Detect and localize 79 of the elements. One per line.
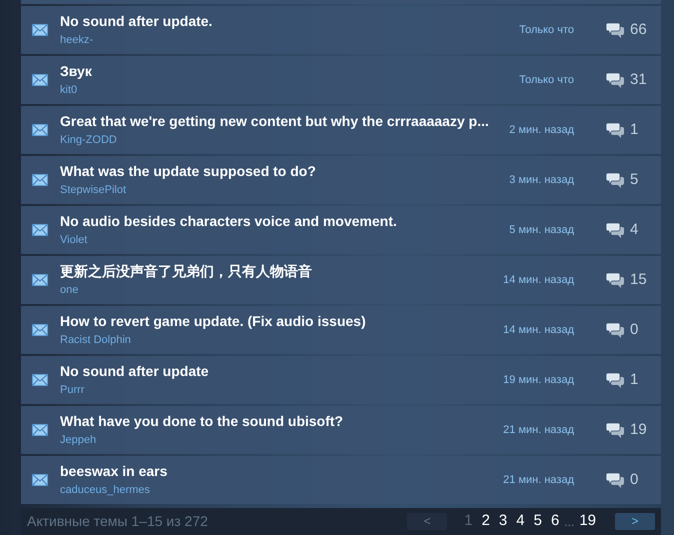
page-link[interactable]: 5 — [534, 510, 542, 533]
author-name[interactable]: King-ZODD — [60, 134, 117, 147]
speech-bubbles-icon — [606, 422, 624, 438]
topic-row[interactable]: Great that we're getting new content but why the crrraaaaazy p... King-ZODD 2 мин. назад 1 — [21, 106, 661, 154]
topic-row[interactable]: How to revert game update. (Fix audio issues) Racist Dolphin 14 мин. назад 0 — [21, 306, 661, 354]
envelope-icon — [32, 324, 48, 336]
topic-row[interactable]: No sound after update. heekz- Только что 66 — [21, 6, 661, 54]
envelope-icon — [32, 274, 48, 286]
speech-bubbles-icon — [606, 322, 624, 338]
post-time: 21 мин. назад — [503, 472, 574, 488]
topic-count-summary: Активные темы 1–15 из 272 — [27, 512, 208, 531]
speech-bubbles-icon — [606, 472, 624, 488]
page-link[interactable]: 6 — [550, 510, 560, 533]
post-time: Только что — [519, 22, 574, 38]
speech-bubbles-icon — [606, 372, 624, 388]
post-time: 2 мин. назад — [509, 122, 574, 138]
envelope-icon — [32, 24, 48, 36]
author-name[interactable]: Racist Dolphin — [60, 334, 131, 347]
topic-title[interactable]: 更新之后没声音了兄弟们，只有人物语音 — [60, 263, 504, 280]
topic-title[interactable]: What was the update supposed to do? — [60, 163, 510, 180]
post-time: 19 мин. назад — [503, 372, 574, 388]
next-page-button[interactable]: > — [615, 513, 655, 530]
page-link[interactable]: 3 — [498, 510, 508, 533]
author-name[interactable]: Jeppeh — [60, 434, 96, 447]
topic-row[interactable]: What was the update supposed to do? StepwisePilot 3 мин. назад 5 — [21, 156, 661, 204]
topic-row[interactable]: What have you done to the sound ubisoft? Jeppeh 21 мин. назад 19 — [21, 406, 661, 454]
page-link[interactable]: 4 — [516, 510, 525, 533]
topic-title[interactable]: No sound after update — [60, 363, 504, 380]
envelope-icon — [32, 224, 48, 236]
topic-title[interactable]: No audio besides characters voice and movement. — [60, 213, 510, 230]
post-time: Только что — [519, 72, 574, 88]
topic-row[interactable]: beeswax in ears caduceus_hermes 21 мин. назад 0 — [21, 456, 661, 504]
speech-bubbles-icon — [606, 72, 624, 88]
reply-count: 19 — [630, 420, 647, 440]
author-name[interactable]: Violet — [60, 234, 88, 247]
author-name[interactable]: StepwisePilot — [60, 184, 126, 197]
topic-title[interactable]: No sound after update. — [60, 13, 520, 30]
envelope-icon — [32, 374, 48, 386]
envelope-icon — [32, 424, 48, 436]
author-name[interactable]: kit0 — [60, 84, 78, 97]
envelope-icon — [32, 174, 48, 186]
topic-title[interactable]: How to revert game update. (Fix audio issues) — [60, 313, 504, 330]
reply-count: 5 — [630, 170, 638, 190]
reply-count: 1 — [630, 120, 638, 140]
reply-count: 4 — [630, 220, 638, 240]
speech-bubbles-icon — [606, 272, 624, 288]
page-link[interactable]: 2 — [482, 510, 490, 533]
envelope-icon — [32, 124, 48, 136]
post-time: 14 мин. назад — [503, 272, 574, 288]
envelope-icon — [32, 474, 48, 486]
post-time: 14 мин. назад — [503, 322, 574, 338]
envelope-icon — [32, 74, 48, 86]
author-name[interactable]: Purrr — [60, 384, 84, 397]
reply-count: 0 — [630, 470, 638, 490]
topic-row[interactable]: No audio besides characters voice and movement. Violet 5 мин. назад 4 — [21, 206, 661, 254]
topic-row[interactable]: 更新之后没声音了兄弟们，只有人物语音 one 14 мин. назад 15 — [21, 256, 661, 304]
topic-title[interactable]: Звук — [60, 63, 520, 80]
author-name[interactable]: caduceus_hermes — [60, 484, 150, 497]
author-name[interactable]: one — [60, 284, 78, 297]
topic-row[interactable]: Звук kit0 Только что 31 — [21, 56, 661, 104]
reply-count: 31 — [630, 70, 647, 90]
page-link[interactable]: 19 — [579, 510, 596, 533]
topic-title[interactable]: beeswax in ears — [60, 463, 504, 480]
post-time: 5 мин. назад — [509, 222, 574, 238]
page-ellipsis: ... — [564, 514, 574, 530]
author-name[interactable]: heekz- — [60, 34, 94, 47]
reply-count: 15 — [630, 270, 647, 290]
speech-bubbles-icon — [606, 172, 624, 188]
topic-row[interactable]: No sound after update Purrr 19 мин. назад 1 — [21, 356, 661, 404]
topic-title[interactable]: What have you done to the sound ubisoft? — [60, 413, 504, 430]
topic-title[interactable]: Great that we're getting new content but why the crrraaaaazy p... — [60, 113, 510, 130]
speech-bubbles-icon — [606, 222, 624, 238]
reply-count: 0 — [630, 320, 638, 340]
speech-bubbles-icon — [606, 122, 624, 138]
reply-count: 1 — [630, 370, 638, 390]
post-time: 3 мин. назад — [509, 172, 574, 188]
speech-bubbles-icon — [606, 22, 624, 38]
post-time: 21 мин. назад — [503, 422, 574, 438]
reply-count: 66 — [630, 20, 647, 40]
